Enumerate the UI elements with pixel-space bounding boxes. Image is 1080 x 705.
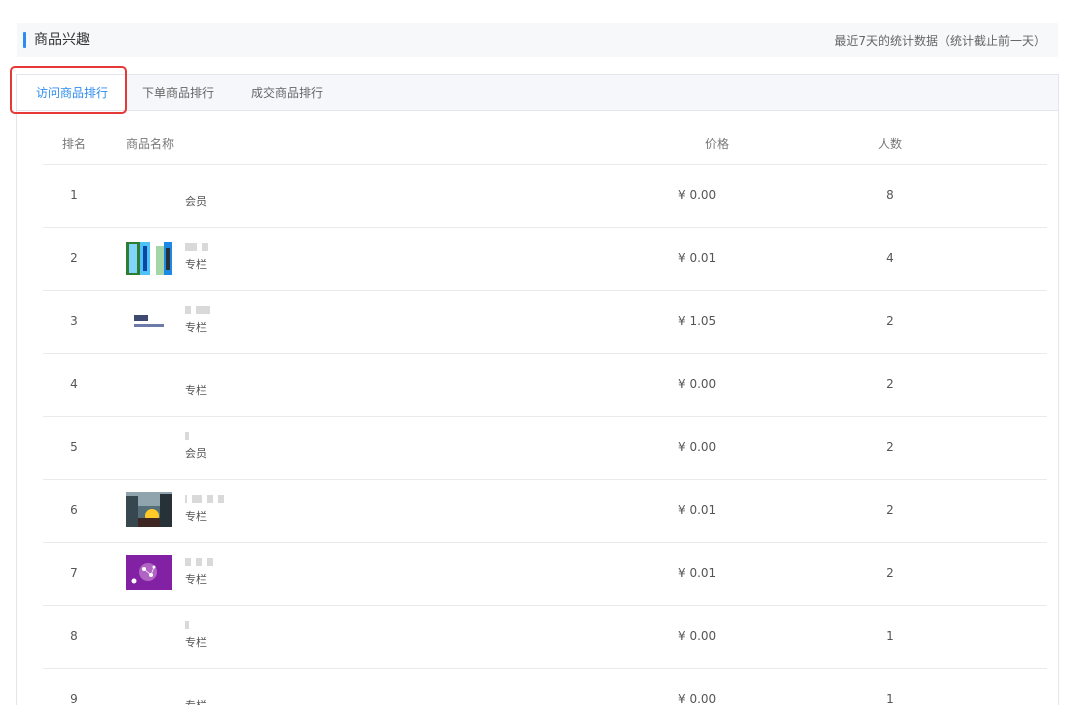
product-name-cell[interactable]: 会员 <box>185 429 485 469</box>
price-cell: ¥ 0.00 <box>678 440 717 454</box>
purple-network-image <box>126 555 172 590</box>
price-cell: ¥ 0.00 <box>678 629 717 643</box>
price-cell: ¥ 0.00 <box>678 188 717 202</box>
table-body: 1 会员 ¥ 0.00 8 2 专栏 ¥ 0.01 4 3 专栏 ¥ 1.05 2 4 专栏 ¥ 0.00 2… <box>43 165 1047 705</box>
product-type-label: 会员 <box>185 195 207 208</box>
blurred-product-title <box>185 306 210 316</box>
page: 商品兴趣 最近7天的统计数据（统计截止前一天） 访问商品排行 下单商品排行 成交… <box>0 0 1080 705</box>
product-type-label: 专栏 <box>185 573 207 586</box>
ranking-tabs: 访问商品排行 下单商品排行 成交商品排行 <box>17 75 1058 111</box>
section-header: 商品兴趣 最近7天的统计数据（统计截止前一天） <box>17 23 1058 57</box>
product-name-cell[interactable]: 专栏 <box>185 492 485 532</box>
visitor-count-cell: 2 <box>886 377 894 391</box>
rank-cell: 7 <box>70 566 78 580</box>
table-row[interactable]: 8 专栏 ¥ 0.00 1 <box>43 606 1047 669</box>
section-accent-bar <box>23 32 26 48</box>
visitor-count-cell: 1 <box>886 692 894 705</box>
blurred-product-title <box>185 621 189 631</box>
header-product-name: 商品名称 <box>126 137 175 151</box>
section-title: 商品兴趣 <box>34 32 90 48</box>
price-cell: ¥ 0.01 <box>678 566 717 580</box>
blurred-product-title <box>185 432 189 442</box>
product-name-cell[interactable]: 专栏 <box>185 366 485 406</box>
visitor-count-cell: 2 <box>886 440 894 454</box>
visitor-count-cell: 2 <box>886 566 894 580</box>
product-name-cell[interactable]: 专栏 <box>185 240 485 280</box>
product-name-cell[interactable]: 专栏 <box>185 555 485 595</box>
visitor-count-cell: 4 <box>886 251 894 265</box>
product-type-label: 专栏 <box>185 510 207 523</box>
product-name-cell[interactable]: 会员 <box>185 177 485 217</box>
product-type-label: 专栏 <box>185 384 207 397</box>
stats-period-note: 最近7天的统计数据（统计截止前一天） <box>834 34 1046 48</box>
visitor-count-cell: 8 <box>886 188 894 202</box>
waterfall-image <box>126 240 172 275</box>
visitor-count-cell: 1 <box>886 629 894 643</box>
visitor-count-cell: 2 <box>886 503 894 517</box>
tab-deal-ranking[interactable]: 成交商品排行 <box>251 75 323 110</box>
product-type-label: 专栏 <box>185 321 207 334</box>
blurred-product-title <box>185 558 213 568</box>
rank-cell: 4 <box>70 377 78 391</box>
city-sunset-image <box>126 492 172 527</box>
ranking-panel: 访问商品排行 下单商品排行 成交商品排行 排名 商品名称 价格 人数 1 会员 ¥ … <box>16 74 1059 705</box>
rank-cell: 2 <box>70 251 78 265</box>
blurred-product-title <box>185 243 208 253</box>
rank-cell: 3 <box>70 314 78 328</box>
price-cell: ¥ 0.01 <box>678 503 717 517</box>
rank-cell: 6 <box>70 503 78 517</box>
product-type-label: 专栏 <box>185 258 207 271</box>
visitor-count-cell: 2 <box>886 314 894 328</box>
tab-visit-ranking[interactable]: 访问商品排行 <box>17 75 127 110</box>
product-name-cell[interactable]: 专栏 <box>185 681 485 705</box>
header-count: 人数 <box>878 137 903 151</box>
rank-cell: 8 <box>70 629 78 643</box>
price-cell: ¥ 0.01 <box>678 251 717 265</box>
table-row[interactable]: 4 专栏 ¥ 0.00 2 <box>43 354 1047 417</box>
price-cell: ¥ 0.00 <box>678 377 717 391</box>
rank-cell: 1 <box>70 188 78 202</box>
table-row[interactable]: 6 专栏 ¥ 0.01 2 <box>43 480 1047 543</box>
table-row[interactable]: 2 专栏 ¥ 0.01 4 <box>43 228 1047 291</box>
tab-order-ranking[interactable]: 下单商品排行 <box>142 75 214 110</box>
product-type-label: 会员 <box>185 447 207 460</box>
header-rank: 排名 <box>62 137 87 151</box>
product-name-cell[interactable]: 专栏 <box>185 303 485 343</box>
product-ranking-table: 排名 商品名称 价格 人数 1 会员 ¥ 0.00 8 2 专栏 ¥ 0.01 4 3 专栏 ¥ 1… <box>43 124 1047 705</box>
price-cell: ¥ 0.00 <box>678 692 717 705</box>
table-row[interactable]: 3 专栏 ¥ 1.05 2 <box>43 291 1047 354</box>
table-row[interactable]: 9 专栏 ¥ 0.00 1 <box>43 669 1047 705</box>
rank-cell: 5 <box>70 440 78 454</box>
table-row[interactable]: 7 专栏 ¥ 0.01 2 <box>43 543 1047 606</box>
table-header: 排名 商品名称 价格 人数 <box>43 124 1047 165</box>
table-row[interactable]: 5 会员 ¥ 0.00 2 <box>43 417 1047 480</box>
table-row[interactable]: 1 会员 ¥ 0.00 8 <box>43 165 1047 228</box>
price-cell: ¥ 1.05 <box>678 314 717 328</box>
header-price: 价格 <box>705 137 730 151</box>
blurred-product-title <box>185 495 224 505</box>
text-logo-image <box>126 303 172 338</box>
product-name-cell[interactable]: 专栏 <box>185 618 485 658</box>
product-type-label: 专栏 <box>185 636 207 649</box>
product-type-label: 专栏 <box>185 699 207 705</box>
rank-cell: 9 <box>70 692 78 705</box>
